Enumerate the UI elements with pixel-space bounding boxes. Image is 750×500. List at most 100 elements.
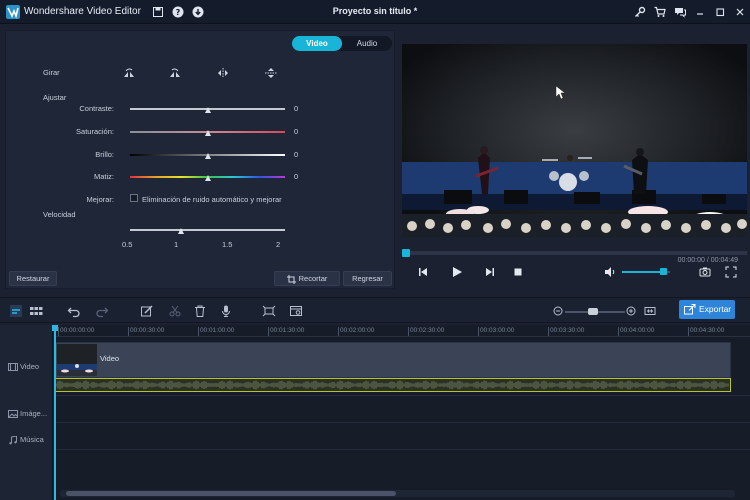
speed-tick-2: 2 bbox=[276, 240, 281, 249]
video-clip-name: Video bbox=[100, 354, 120, 363]
rotate-right-icon[interactable] bbox=[168, 67, 182, 79]
time-ruler[interactable]: 00:00:00:00 00:00:30:00 00:01:00:00 00:0… bbox=[54, 325, 750, 337]
speed-slider[interactable] bbox=[130, 223, 285, 237]
edit-icon[interactable] bbox=[140, 304, 154, 318]
crop-button-label: Recortar bbox=[298, 274, 328, 283]
svg-text:?: ? bbox=[176, 8, 181, 17]
seek-handle[interactable] bbox=[402, 249, 410, 257]
export-button[interactable]: Exportar bbox=[679, 300, 735, 319]
video-preview[interactable] bbox=[402, 44, 747, 237]
video-clip[interactable]: Video bbox=[55, 342, 731, 378]
speed-label: Velocidad bbox=[43, 210, 76, 219]
enhance-option-label: Eliminación de ruido automático y mejora… bbox=[142, 195, 282, 204]
export-label: Exportar bbox=[699, 304, 732, 314]
timeline-view-icon[interactable] bbox=[9, 304, 23, 318]
zoom-slider-knob[interactable] bbox=[588, 308, 598, 315]
zoom-out-icon[interactable] bbox=[551, 304, 565, 318]
saturation-value: 0 bbox=[294, 127, 299, 136]
back-button-label: Regresar bbox=[352, 274, 383, 283]
cart-icon[interactable] bbox=[654, 6, 666, 18]
download-icon[interactable] bbox=[192, 6, 204, 18]
snapshot-icon[interactable] bbox=[289, 304, 303, 318]
crop-icon[interactable] bbox=[262, 304, 276, 318]
audio-waveform bbox=[55, 380, 729, 390]
app-logo-icon bbox=[6, 5, 20, 19]
playhead-cap[interactable] bbox=[52, 325, 58, 331]
delete-icon[interactable] bbox=[193, 304, 207, 318]
ruler-tick: 00:00:30:00 bbox=[127, 327, 165, 336]
rotate-left-icon[interactable] bbox=[122, 67, 136, 79]
close-icon[interactable] bbox=[734, 6, 746, 18]
speed-tick-1: 1 bbox=[174, 240, 179, 249]
edit-panel: Video Audio Girar Ajustar Contraste: 0 S… bbox=[5, 30, 395, 289]
saturation-slider-knob[interactable] bbox=[204, 130, 211, 136]
restore-button-label: Restaurar bbox=[16, 274, 50, 283]
ruler-tick: 00:04:00:00 bbox=[617, 327, 655, 336]
storyboard-view-icon[interactable] bbox=[29, 304, 43, 318]
track-label-music: Música bbox=[20, 435, 44, 444]
hue-slider-knob[interactable] bbox=[204, 175, 211, 181]
volume-icon[interactable] bbox=[603, 265, 617, 279]
brightness-label: Brillo: bbox=[95, 150, 114, 159]
chat-icon[interactable] bbox=[674, 6, 686, 18]
saturation-slider[interactable] bbox=[130, 125, 285, 139]
ruler-tick: 00:02:00:00 bbox=[337, 327, 375, 336]
ruler-tick: 00:03:00:00 bbox=[477, 327, 515, 336]
zoom-in-icon[interactable] bbox=[624, 304, 638, 318]
track-header-music[interactable]: Música bbox=[8, 434, 44, 445]
play-icon[interactable] bbox=[450, 265, 464, 279]
key-icon[interactable] bbox=[634, 6, 646, 18]
fullscreen-icon[interactable] bbox=[724, 265, 738, 279]
fit-timeline-icon[interactable] bbox=[643, 304, 657, 318]
seek-bar[interactable] bbox=[402, 251, 747, 255]
track-header-images[interactable]: Imáge... bbox=[8, 409, 47, 419]
restore-button[interactable]: Restaurar bbox=[9, 271, 57, 286]
lane-divider bbox=[54, 449, 750, 450]
playhead[interactable] bbox=[52, 325, 58, 500]
crop-button[interactable]: Recortar bbox=[274, 271, 340, 286]
flip-horizontal-icon[interactable] bbox=[216, 67, 230, 79]
timeline-scrollbar-thumb[interactable] bbox=[66, 491, 396, 496]
audio-clip[interactable] bbox=[55, 378, 731, 392]
ruler-tick: 00:01:00:00 bbox=[197, 327, 235, 336]
clip-thumbnail bbox=[57, 344, 97, 376]
app-title: Wondershare Video Editor bbox=[24, 6, 141, 17]
hue-label: Matiz: bbox=[93, 172, 114, 181]
tab-audio[interactable]: Audio bbox=[342, 36, 392, 51]
back-button[interactable]: Regresar bbox=[343, 271, 392, 286]
crop-icon bbox=[286, 274, 296, 284]
help-icon[interactable]: ? bbox=[172, 6, 184, 18]
enhance-checkbox[interactable] bbox=[130, 194, 138, 202]
volume-knob[interactable] bbox=[659, 268, 667, 275]
track-header-video[interactable]: Video bbox=[8, 362, 39, 372]
adjust-label: Ajustar bbox=[43, 93, 67, 102]
enhance-label: Mejorar: bbox=[86, 195, 114, 204]
ruler-tick: 00:02:30:00 bbox=[407, 327, 445, 336]
brightness-slider[interactable] bbox=[130, 148, 285, 162]
brightness-value: 0 bbox=[294, 150, 299, 159]
next-frame-icon[interactable] bbox=[483, 265, 497, 279]
video-track-icon bbox=[8, 363, 18, 372]
hue-slider[interactable] bbox=[130, 170, 285, 184]
brightness-slider-knob[interactable] bbox=[204, 153, 211, 159]
cut-icon[interactable] bbox=[168, 304, 182, 318]
ruler-tick: 00:03:30:00 bbox=[547, 327, 585, 336]
track-headers: Video Imáge... Música bbox=[0, 325, 53, 500]
maximize-icon[interactable] bbox=[714, 6, 726, 18]
contrast-slider-knob[interactable] bbox=[204, 107, 211, 113]
tab-video[interactable]: Video bbox=[292, 36, 342, 51]
undo-icon[interactable] bbox=[67, 304, 81, 318]
flip-vertical-icon[interactable] bbox=[264, 67, 278, 79]
prev-frame-icon[interactable] bbox=[416, 265, 430, 279]
timeline[interactable]: 00:00:00:00 00:00:30:00 00:01:00:00 00:0… bbox=[52, 325, 750, 500]
save-icon[interactable] bbox=[152, 6, 164, 18]
minimize-icon[interactable] bbox=[694, 6, 706, 18]
speed-slider-knob[interactable] bbox=[178, 228, 184, 234]
redo-icon[interactable] bbox=[95, 304, 109, 318]
speed-tick-1-5: 1.5 bbox=[222, 240, 233, 249]
record-icon[interactable] bbox=[219, 304, 233, 318]
snapshot-icon[interactable] bbox=[698, 265, 712, 279]
contrast-slider[interactable] bbox=[130, 102, 285, 116]
stop-icon[interactable] bbox=[511, 265, 525, 279]
volume-fill bbox=[622, 271, 663, 273]
